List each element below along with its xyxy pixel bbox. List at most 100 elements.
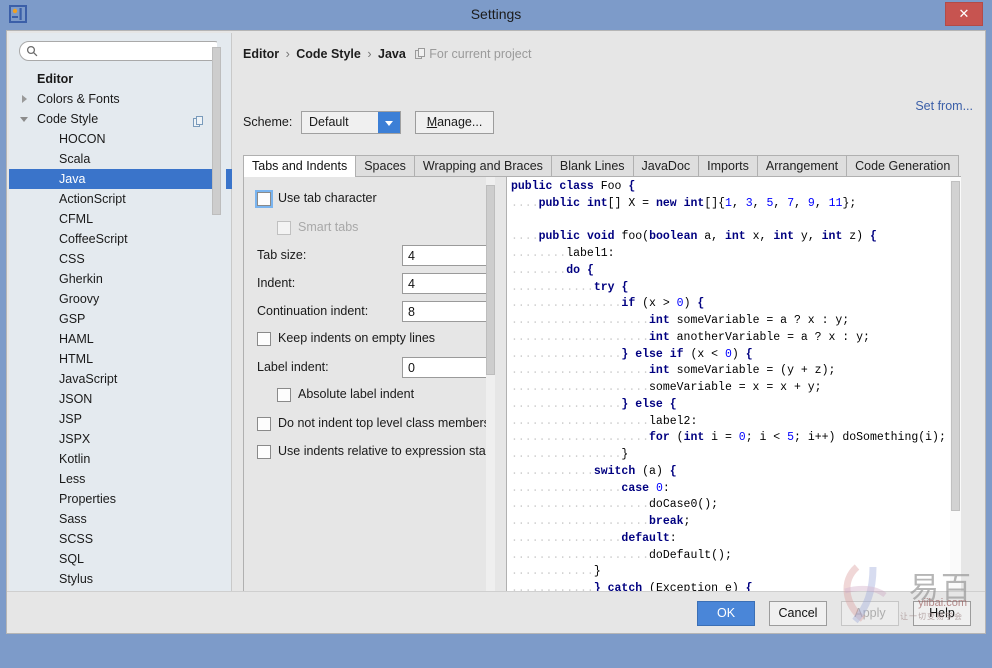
relative-indents-checkbox[interactable] bbox=[257, 445, 271, 459]
breadcrumb: Editor › Code Style › Java For current p… bbox=[243, 47, 531, 63]
absolute-label-indent-label: Absolute label indent bbox=[298, 387, 415, 401]
sidebar-item-gsp[interactable]: GSP bbox=[9, 309, 232, 329]
sidebar-item-sass[interactable]: Sass bbox=[9, 509, 232, 529]
tab-size-input[interactable] bbox=[402, 245, 495, 266]
tab-label: Wrapping and Braces bbox=[422, 159, 543, 173]
chevron-down-icon[interactable] bbox=[20, 117, 28, 122]
tab-tabs-and-indents[interactable]: Tabs and Indents bbox=[243, 155, 357, 177]
set-from-link[interactable]: Set from... bbox=[915, 99, 973, 113]
breadcrumb-separator: › bbox=[285, 47, 290, 61]
settings-dialog: Editor Colors & Fonts Code Style HOCON Scala… bbox=[6, 30, 986, 634]
window-title: Settings bbox=[470, 6, 522, 22]
sidebar-item-gherkin[interactable]: Gherkin bbox=[9, 269, 232, 289]
sidebar-item-cfml[interactable]: CFML bbox=[9, 209, 232, 229]
tab-label: Blank Lines bbox=[559, 159, 625, 173]
tab-content: Use tab character Smart tabs Tab size: I… bbox=[243, 177, 961, 627]
scheme-dropdown[interactable]: Default bbox=[301, 111, 401, 134]
sidebar-item-css[interactable]: CSS bbox=[9, 249, 232, 269]
continuation-indent-row: Continuation indent: bbox=[257, 301, 495, 323]
cancel-button[interactable]: Cancel bbox=[769, 601, 827, 626]
indent-input[interactable] bbox=[402, 273, 495, 294]
sidebar-item-code-style[interactable]: Code Style bbox=[9, 109, 232, 129]
for-current-project-note: For current project bbox=[409, 47, 531, 61]
options-pane: Use tab character Smart tabs Tab size: I… bbox=[244, 177, 495, 625]
sidebar-item-label: Stylus bbox=[59, 572, 94, 586]
tab-javadoc[interactable]: JavaDoc bbox=[632, 155, 700, 177]
sidebar-item-scss[interactable]: SCSS bbox=[9, 529, 232, 549]
apply-button: Apply bbox=[841, 601, 899, 626]
preview-scrollbar-thumb[interactable] bbox=[951, 181, 960, 511]
sidebar-item-haml[interactable]: HAML bbox=[9, 329, 232, 349]
sidebar-item-label: Less bbox=[59, 472, 86, 486]
tab-size-label: Tab size: bbox=[257, 248, 307, 262]
sidebar-item-less[interactable]: Less bbox=[9, 469, 232, 489]
settings-window: Settings ✕ Editor Colors & Fonts Code Styl… bbox=[0, 0, 992, 668]
sidebar-item-label: HTML bbox=[59, 352, 94, 366]
sidebar-item-scala[interactable]: Scala bbox=[9, 149, 232, 169]
sidebar-item-hocon[interactable]: HOCON bbox=[9, 129, 232, 149]
scheme-value: Default bbox=[309, 115, 349, 129]
sidebar-item-colors-fonts[interactable]: Colors & Fonts bbox=[9, 89, 232, 109]
smart-tabs-checkbox bbox=[277, 221, 291, 235]
sidebar-item-properties[interactable]: Properties bbox=[9, 489, 232, 509]
continuation-indent-input[interactable] bbox=[402, 301, 495, 322]
dialog-footer: OK Cancel Apply Help 易百 yiibai.com 让一切变易… bbox=[7, 564, 985, 633]
sidebar-item-html[interactable]: HTML bbox=[9, 349, 232, 369]
pane-splitter[interactable] bbox=[495, 177, 506, 625]
sidebar-item-javascript[interactable]: JavaScript bbox=[9, 369, 232, 389]
ok-button[interactable]: OK bbox=[697, 601, 755, 626]
sidebar-item-sql[interactable]: SQL bbox=[9, 549, 232, 569]
manage-button[interactable]: Manage... bbox=[415, 111, 494, 134]
label-indent-input[interactable] bbox=[402, 357, 495, 378]
keep-indents-checkbox[interactable] bbox=[257, 332, 271, 346]
sidebar-item-label: GSP bbox=[59, 312, 86, 326]
chevron-down-icon[interactable] bbox=[378, 112, 400, 133]
search-input[interactable] bbox=[19, 41, 224, 61]
preview-scrollbar-track[interactable] bbox=[950, 177, 961, 625]
sidebar-item-json[interactable]: JSON bbox=[9, 389, 232, 409]
search-box bbox=[19, 41, 224, 61]
sidebar-item-stylus[interactable]: Stylus bbox=[9, 569, 232, 589]
code-preview[interactable]: public class Foo { ....public int[] X = … bbox=[506, 177, 961, 625]
copy-scheme-icon[interactable] bbox=[193, 113, 204, 127]
sidebar-item-java[interactable]: Java bbox=[9, 169, 232, 189]
use-tab-character-label: Use tab character bbox=[278, 191, 377, 205]
tab-blank-lines[interactable]: Blank Lines bbox=[550, 155, 634, 177]
settings-tabs[interactable]: Tabs and Indents Spaces Wrapping and Brace… bbox=[243, 155, 961, 199]
sidebar-item-actionscript[interactable]: ActionScript bbox=[9, 189, 232, 209]
use-tab-character-checkbox[interactable] bbox=[255, 190, 273, 208]
scheme-label: Scheme: bbox=[243, 115, 293, 129]
tab-arrangement[interactable]: Arrangement bbox=[756, 155, 848, 177]
absolute-label-indent-checkbox[interactable] bbox=[277, 388, 291, 402]
sidebar-item-label: Scala bbox=[59, 152, 91, 166]
tab-wrapping-and-braces[interactable]: Wrapping and Braces bbox=[413, 155, 552, 177]
label-indent-row: Label indent: bbox=[257, 357, 495, 379]
sidebar-item-kotlin[interactable]: Kotlin bbox=[9, 449, 232, 469]
chevron-right-icon[interactable] bbox=[22, 95, 27, 103]
sidebar-scrollbar-thumb[interactable] bbox=[212, 47, 221, 215]
help-button[interactable]: Help bbox=[913, 601, 971, 626]
close-icon[interactable]: ✕ bbox=[945, 2, 983, 26]
keep-indents-label: Keep indents on empty lines bbox=[278, 331, 436, 345]
breadcrumb-separator: › bbox=[367, 47, 372, 61]
manage-button-mnemonic: M bbox=[426, 115, 438, 129]
sidebar-item-label: SCSS bbox=[59, 532, 94, 546]
sidebar-item-label: CoffeeScript bbox=[59, 232, 128, 246]
sidebar-item-editor[interactable]: Editor bbox=[9, 69, 232, 89]
sidebar-item-groovy[interactable]: Groovy bbox=[9, 289, 232, 309]
tab-spaces[interactable]: Spaces bbox=[355, 155, 415, 177]
no-indent-top-level-checkbox[interactable] bbox=[257, 417, 271, 431]
tab-imports[interactable]: Imports bbox=[698, 155, 758, 177]
options-scrollbar-track[interactable] bbox=[486, 177, 495, 625]
sidebar-item-coffeescript[interactable]: CoffeeScript bbox=[9, 229, 232, 249]
settings-tree[interactable]: Editor Colors & Fonts Code Style HOCON Scala… bbox=[9, 69, 232, 637]
sidebar-item-label: SQL bbox=[59, 552, 85, 566]
sidebar-item-jsp[interactable]: JSP bbox=[9, 409, 232, 429]
sidebar-scrollbar-track[interactable] bbox=[212, 33, 226, 601]
sidebar-item-label: Properties bbox=[59, 492, 116, 506]
options-scrollbar-thumb[interactable] bbox=[486, 185, 495, 375]
sidebar-item-jspx[interactable]: JSPX bbox=[9, 429, 232, 449]
tab-code-generation[interactable]: Code Generation bbox=[846, 155, 960, 177]
sidebar-item-label: HAML bbox=[59, 332, 94, 346]
sidebar-item-label: Code Style bbox=[37, 112, 99, 126]
